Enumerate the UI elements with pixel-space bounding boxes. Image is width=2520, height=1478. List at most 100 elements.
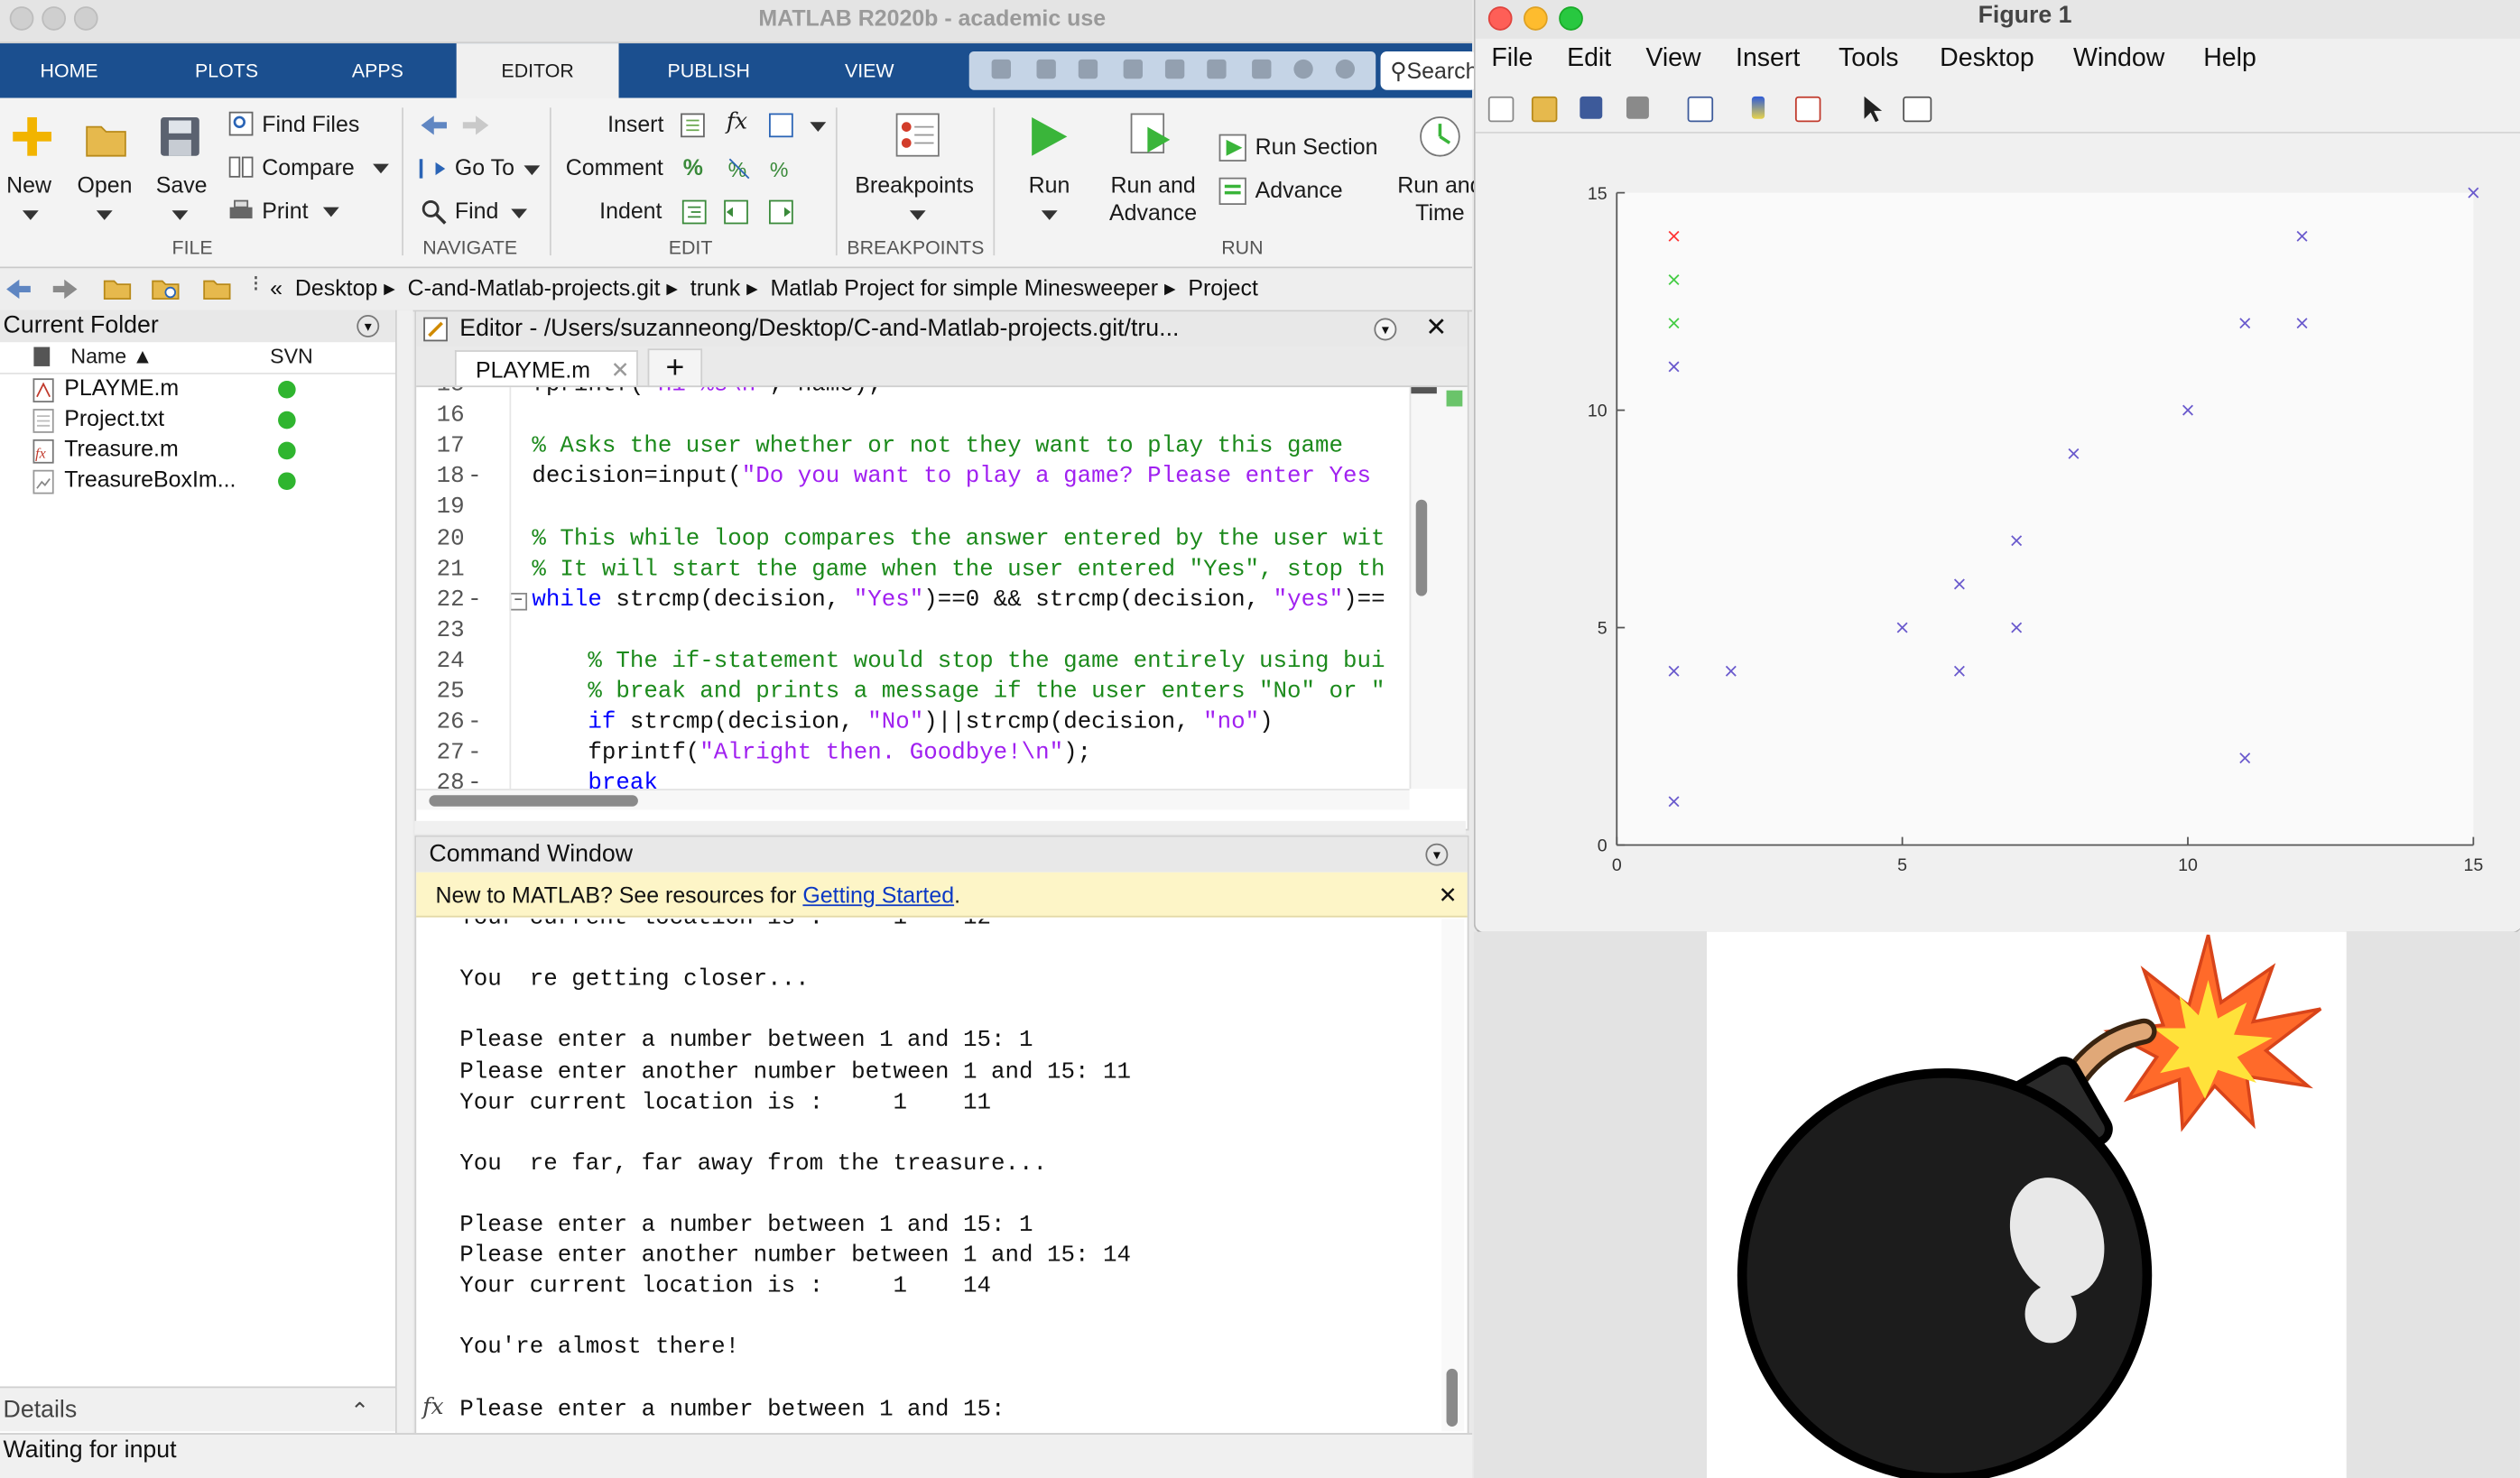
chevron-down-icon[interactable]	[373, 163, 389, 174]
close-icon[interactable]: ✕	[1439, 873, 1458, 918]
code-line[interactable]: % This while loop compares the answer en…	[532, 526, 1385, 551]
find-button[interactable]: Find	[455, 198, 498, 223]
breadcrumb-desktop[interactable]: Desktop	[295, 274, 377, 300]
uncomment-icon[interactable]: %	[727, 156, 752, 181]
chevron-down-icon[interactable]	[322, 207, 339, 217]
details-panel-header[interactable]: Details ⌃	[0, 1386, 396, 1433]
executable-line-marker[interactable]: -	[468, 465, 481, 490]
breadcrumb-project-folder[interactable]: Matlab Project for simple Minesweeper	[771, 274, 1159, 300]
compare-button[interactable]: Compare	[262, 154, 355, 180]
chevron-down-icon[interactable]	[909, 210, 926, 220]
column-header-name[interactable]: Name ▲	[70, 344, 153, 368]
executable-line-marker[interactable]: -	[468, 741, 481, 766]
chevron-down-icon[interactable]	[171, 210, 189, 220]
file-treasureboximage[interactable]: TreasureBoxIm...	[64, 466, 236, 491]
scrollbar-thumb[interactable]	[1446, 1368, 1459, 1427]
scatter-chart[interactable]: 0 5 10 15 0 5 10 15	[1476, 134, 2520, 932]
run-and-time-button[interactable]: Run and Time	[1395, 172, 1486, 227]
panel-menu-icon[interactable]: ▾	[357, 314, 380, 337]
switch-windows-icon[interactable]	[1252, 59, 1272, 79]
menu-file[interactable]: File	[1491, 45, 1533, 74]
panel-menu-icon[interactable]: ▾	[1425, 843, 1449, 866]
code-line[interactable]: while strcmp(decision, "Yes")==0 && strc…	[532, 587, 1385, 613]
print-button[interactable]: Print	[262, 198, 308, 223]
file-playme-m[interactable]: PLAYME.m	[64, 374, 179, 400]
horizontal-scrollbar[interactable]	[416, 789, 1410, 810]
menu-view[interactable]: View	[1645, 45, 1700, 74]
chevron-down-icon[interactable]	[22, 210, 39, 220]
menu-desktop[interactable]: Desktop	[1940, 45, 2034, 74]
redo-icon[interactable]	[1207, 59, 1227, 79]
code-line[interactable]: break	[532, 771, 657, 789]
open-button[interactable]: Open	[77, 172, 132, 198]
tab-plots[interactable]: PLOTS	[157, 43, 295, 98]
indent-button[interactable]: Indent	[599, 198, 662, 223]
save-button[interactable]: Save	[156, 172, 208, 198]
code-line[interactable]: % It will start the game when the user e…	[532, 557, 1385, 582]
pointer-icon[interactable]	[1861, 95, 1884, 124]
code-line[interactable]: if strcmp(decision, "No")||strcmp(decisi…	[532, 710, 1273, 735]
panel-splitter[interactable]	[396, 309, 413, 1434]
menu-help[interactable]: Help	[2203, 45, 2256, 74]
command-output[interactable]: Your current location is : 1 12 You re ge…	[416, 919, 1438, 1431]
insert-function-template-icon[interactable]	[768, 113, 793, 138]
executable-line-marker[interactable]: -	[468, 587, 481, 613]
new-button[interactable]: New	[6, 172, 51, 198]
code-analyzer-indicator[interactable]	[1446, 390, 1463, 407]
code-line[interactable]: % break and prints a message if the user…	[532, 679, 1385, 705]
code-line[interactable]: % Asks the user whether or not they want…	[532, 434, 1343, 459]
menu-window[interactable]: Window	[2073, 45, 2164, 74]
save-icon[interactable]	[1580, 96, 1603, 119]
code-line[interactable]: fprintf("Alright then. Goodbye!\n");	[532, 741, 1091, 766]
comment-button[interactable]: Comment	[566, 154, 663, 180]
panel-menu-icon[interactable]: ▾	[1374, 318, 1397, 341]
chevron-up-icon[interactable]: ⌃	[350, 1388, 369, 1433]
breadcrumb-overflow[interactable]: «	[270, 274, 283, 300]
print-icon[interactable]	[1626, 96, 1649, 119]
vertical-scrollbar[interactable]	[1409, 387, 1468, 790]
file-project-txt[interactable]: Project.txt	[64, 405, 164, 430]
run-section-button[interactable]: Run Section	[1255, 134, 1378, 159]
forward-arrow-icon[interactable]	[51, 276, 80, 301]
decrease-indent-icon[interactable]	[723, 199, 748, 225]
increase-indent-icon[interactable]	[768, 199, 793, 225]
executable-line-marker[interactable]: -	[468, 771, 481, 789]
chevron-down-icon[interactable]	[1041, 210, 1058, 220]
find-files-button[interactable]: Find Files	[262, 111, 359, 136]
colorbar-icon[interactable]	[1751, 96, 1765, 119]
comment-percent-icon[interactable]: %	[683, 154, 703, 180]
scrollbar-thumb[interactable]	[1415, 499, 1428, 596]
save-icon[interactable]	[991, 59, 1011, 79]
new-figure-icon[interactable]	[1487, 96, 1515, 123]
browse-folder-icon[interactable]	[151, 274, 180, 300]
advance-button[interactable]: Advance	[1255, 177, 1343, 202]
plot-area[interactable]: 0 5 10 15 0 5 10 15	[1476, 134, 2520, 932]
run-button[interactable]: Run	[1029, 172, 1070, 198]
insert-section-icon[interactable]	[680, 113, 705, 138]
code-line[interactable]: decision=input("Do you want to play a ga…	[532, 465, 1371, 490]
folder-icon[interactable]	[202, 274, 231, 300]
paste-icon[interactable]	[1123, 59, 1144, 79]
editor-tab-playme[interactable]: PLAYME.m ✕	[454, 350, 638, 387]
tab-editor[interactable]: EDITOR	[456, 43, 619, 102]
code-area[interactable]: 15-fprintf("Hi %s\n", name);1617% Asks t…	[416, 387, 1413, 789]
breadcrumb-project[interactable]: Project	[1188, 274, 1258, 300]
command-window[interactable]: Command Window ▾ New to MATLAB? See reso…	[414, 835, 1469, 1436]
back-arrow-icon[interactable]	[4, 276, 32, 301]
code-line[interactable]: % The if-statement would stop the game e…	[532, 649, 1385, 674]
menu-tools[interactable]: Tools	[1839, 45, 1899, 74]
chevron-down-icon[interactable]	[523, 165, 541, 176]
go-to-button[interactable]: Go To	[455, 154, 514, 180]
documentation-search-input[interactable]: ⚲Search	[1380, 51, 1478, 90]
tab-apps[interactable]: APPS	[309, 43, 447, 98]
file-treasure-m[interactable]: Treasure.m	[64, 435, 179, 460]
close-tab-icon[interactable]: ✕	[611, 352, 630, 387]
wrap-comments-icon[interactable]: %	[768, 156, 793, 181]
legend-icon[interactable]	[1794, 96, 1821, 123]
path-dropdown-icon[interactable]: ⁝	[253, 270, 260, 297]
breakpoints-button[interactable]: Breakpoints	[855, 172, 974, 198]
help-icon[interactable]	[1293, 59, 1313, 79]
panel-splitter[interactable]	[414, 820, 1466, 835]
back-forward-arrows-icon[interactable]	[418, 113, 492, 138]
open-icon[interactable]	[1531, 96, 1558, 123]
